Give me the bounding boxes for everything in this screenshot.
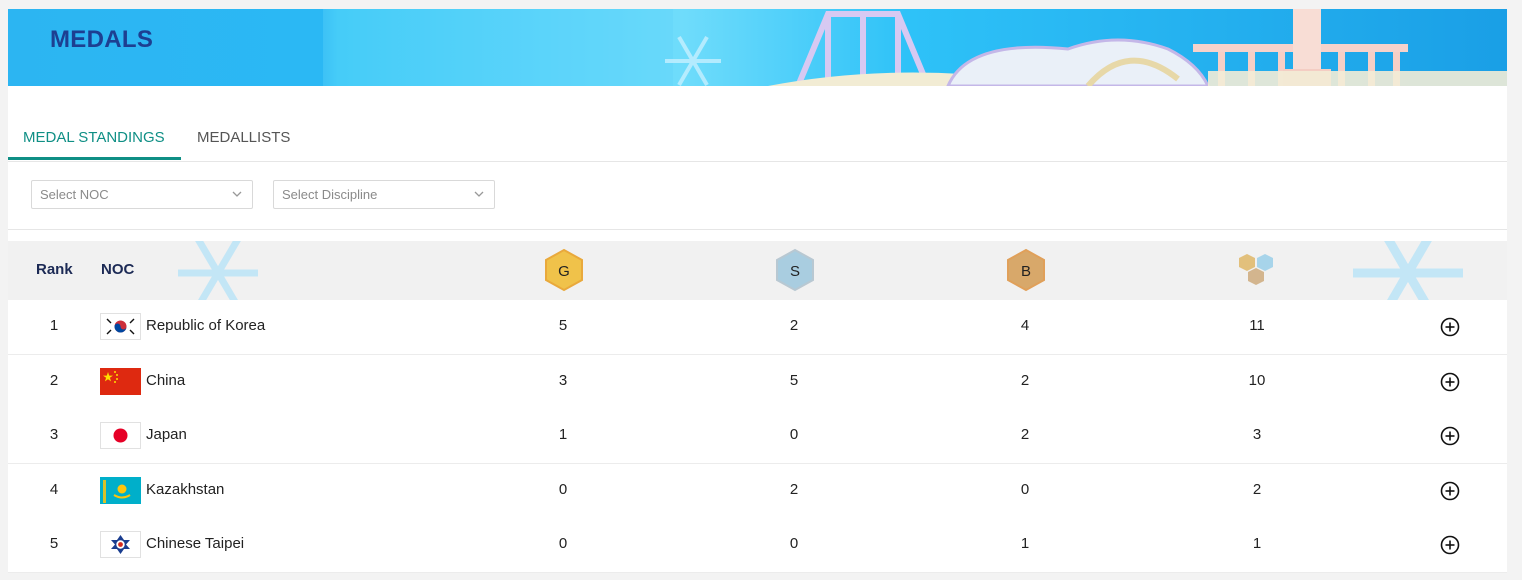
bronze-count-cell: 2 <box>1020 426 1030 443</box>
gold-medal-icon: G <box>543 248 585 297</box>
kazakhstan-flag-icon <box>100 477 141 504</box>
bronze-medal-icon: B <box>1005 248 1047 297</box>
snowflake-decoration <box>178 241 1463 300</box>
tab-medallists[interactable]: MEDALLISTS <box>197 129 290 146</box>
bronze-column-header: B <box>1021 263 1031 280</box>
active-tab-indicator <box>8 157 181 160</box>
gold-count-cell: 5 <box>558 317 568 334</box>
gold-count-cell: 3 <box>558 372 568 389</box>
total-count-cell: 10 <box>1248 372 1266 389</box>
filter-bar: Select NOC Select Discipline <box>8 162 1507 230</box>
discipline-select[interactable]: Select Discipline <box>273 180 495 209</box>
page-title: MEDALS <box>50 26 154 53</box>
china-flag-icon <box>100 368 141 395</box>
table-row: 4 Kazakhstan 0 2 0 2 <box>8 464 1507 519</box>
silver-count-cell: 0 <box>789 535 799 552</box>
banner-illustration <box>323 9 1507 86</box>
silver-medal-icon: S <box>774 248 816 297</box>
tab-bar: MEDAL STANDINGS MEDALLISTS <box>8 117 1507 162</box>
silver-count-cell: 2 <box>789 317 799 334</box>
expand-plus-icon[interactable] <box>1440 372 1460 392</box>
noc-name-cell: Republic of Korea <box>146 317 266 334</box>
noc-name-cell: Chinese Taipei <box>146 535 245 552</box>
noc-name-cell: Kazakhstan <box>146 481 225 498</box>
chevron-down-icon <box>232 191 242 197</box>
total-count-cell: 2 <box>1252 481 1262 498</box>
rank-column-header: Rank <box>36 261 73 278</box>
total-medals-icon <box>1237 248 1279 297</box>
total-count-cell: 11 <box>1249 317 1265 334</box>
expand-plus-icon[interactable] <box>1440 535 1460 555</box>
rank-cell: 3 <box>49 426 59 443</box>
rank-cell: 2 <box>49 372 59 389</box>
korea-flag-icon <box>100 313 141 340</box>
silver-count-cell: 5 <box>789 372 799 389</box>
noc-name-cell: Japan <box>146 426 187 443</box>
japan-flag-icon <box>100 422 141 449</box>
expand-plus-icon[interactable] <box>1440 317 1460 337</box>
noc-column-header: NOC <box>101 261 135 278</box>
tab-medal-standings[interactable]: MEDAL STANDINGS <box>23 129 165 146</box>
header-banner: MEDALS <box>8 9 1507 86</box>
table-row: 2 China 3 5 2 10 <box>8 355 1507 410</box>
gold-count-cell: 1 <box>558 426 568 443</box>
chevron-down-icon <box>474 191 484 197</box>
table-row: 1 Republic of Korea 5 2 4 11 <box>8 300 1507 355</box>
silver-count-cell: 0 <box>789 426 799 443</box>
table-row: 3 Japan 1 0 2 3 <box>8 409 1507 464</box>
table-header: Rank NOC G S B <box>8 241 1507 300</box>
gold-count-cell: 0 <box>558 481 568 498</box>
medals-card: MEDALS MEDAL STANDINGS MEDALLISTS Select… <box>8 9 1507 573</box>
gold-column-header: G <box>558 263 570 280</box>
bronze-count-cell: 4 <box>1020 317 1030 334</box>
gold-count-cell: 0 <box>558 535 568 552</box>
rank-cell: 1 <box>49 317 59 334</box>
total-count-cell: 1 <box>1252 535 1262 552</box>
expand-plus-icon[interactable] <box>1440 426 1460 446</box>
expand-plus-icon[interactable] <box>1440 481 1460 501</box>
silver-column-header: S <box>790 263 800 280</box>
rank-cell: 5 <box>49 535 59 552</box>
bronze-count-cell: 1 <box>1020 535 1030 552</box>
discipline-select-placeholder: Select Discipline <box>282 187 378 202</box>
table-row: 5 Chinese Taipei 0 0 1 1 <box>8 518 1507 573</box>
chinese-taipei-flag-icon <box>100 531 141 558</box>
noc-select[interactable]: Select NOC <box>31 180 253 209</box>
noc-name-cell: China <box>146 372 186 389</box>
bronze-count-cell: 2 <box>1020 372 1030 389</box>
silver-count-cell: 2 <box>789 481 799 498</box>
noc-select-placeholder: Select NOC <box>40 187 109 202</box>
bronze-count-cell: 0 <box>1020 481 1030 498</box>
total-count-cell: 3 <box>1252 426 1262 443</box>
rank-cell: 4 <box>49 481 59 498</box>
